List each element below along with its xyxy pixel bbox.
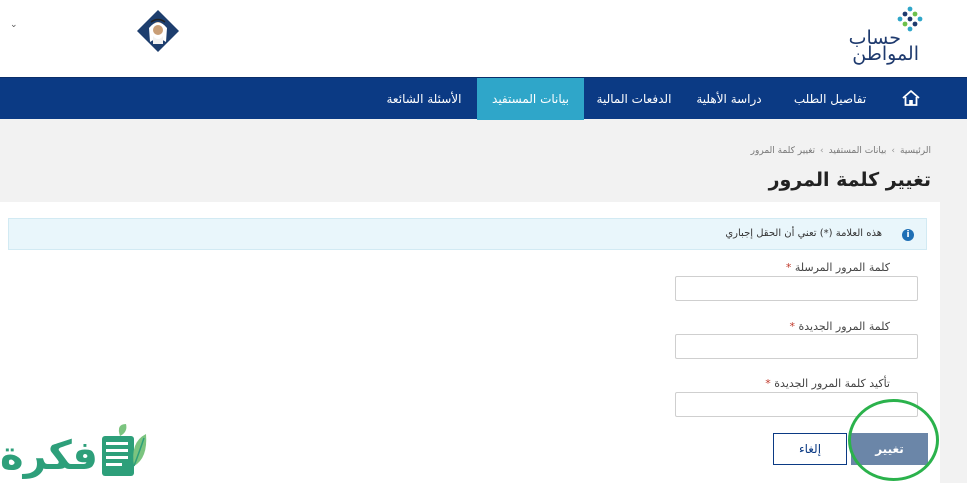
nav-item-eligibility-study[interactable]: دراسة الأهلية (685, 78, 773, 120)
breadcrumb-home[interactable]: الرئيسية (900, 146, 931, 156)
user-menu-chevron-icon[interactable]: ⌄ (10, 20, 20, 30)
nav-item-request-details[interactable]: تفاصيل الطلب (787, 78, 873, 120)
sent-password-label: كلمة المرور المرسلة * (786, 261, 890, 274)
new-password-input[interactable] (675, 334, 918, 359)
site-header: ⌄ حساب المواطن (0, 0, 967, 77)
book-leaf-icon (102, 424, 147, 476)
fikra-watermark: فكرة (0, 418, 152, 483)
required-mark: * (785, 261, 792, 274)
field-label-text: كلمة المرور المرسلة (794, 261, 890, 274)
logo-text-line2: المواطن (852, 43, 919, 65)
page-title: تغيير كلمة المرور (768, 169, 931, 191)
highlight-circle-annotation (848, 399, 939, 481)
confirm-password-label: تأكيد كلمة المرور الجديدة * (765, 377, 890, 390)
breadcrumb: الرئيسية › بيانات المستفيد › تغيير كلمة المر… (751, 146, 931, 156)
required-fields-alert: i هذه العلامة (*) تعني أن الحقل إجباري (8, 218, 927, 250)
sent-password-input[interactable] (675, 276, 918, 301)
watermark-text: فكرة (0, 433, 98, 479)
field-label-text: تأكيد كلمة المرور الجديدة (774, 377, 890, 390)
nav-item-payments[interactable]: الدفعات المالية (585, 78, 683, 120)
required-mark: * (789, 320, 796, 333)
citizen-account-logo[interactable]: حساب المواطن (837, 6, 927, 64)
breadcrumb-beneficiary-data[interactable]: بيانات المستفيد (829, 146, 887, 156)
field-label-text: كلمة المرور الجديدة (798, 320, 890, 333)
breadcrumb-separator: › (891, 146, 895, 156)
cancel-button[interactable]: إلغاء (773, 433, 847, 465)
breadcrumb-current: تغيير كلمة المرور (750, 146, 816, 156)
breadcrumb-separator: › (820, 146, 824, 156)
main-navbar: تفاصيل الطلب دراسة الأهلية الدفعات المال… (0, 77, 967, 120)
required-mark: * (765, 377, 771, 390)
nav-item-beneficiary-data[interactable]: بيانات المستفيد (477, 78, 584, 120)
nav-item-faq[interactable]: الأسئلة الشائعة (375, 78, 473, 120)
info-icon: i (902, 229, 914, 241)
king-portrait-icon (137, 10, 179, 52)
new-password-label: كلمة المرور الجديدة * (790, 320, 890, 333)
alert-text: هذه العلامة (*) تعني أن الحقل إجباري (725, 228, 882, 239)
home-icon[interactable] (901, 88, 921, 108)
